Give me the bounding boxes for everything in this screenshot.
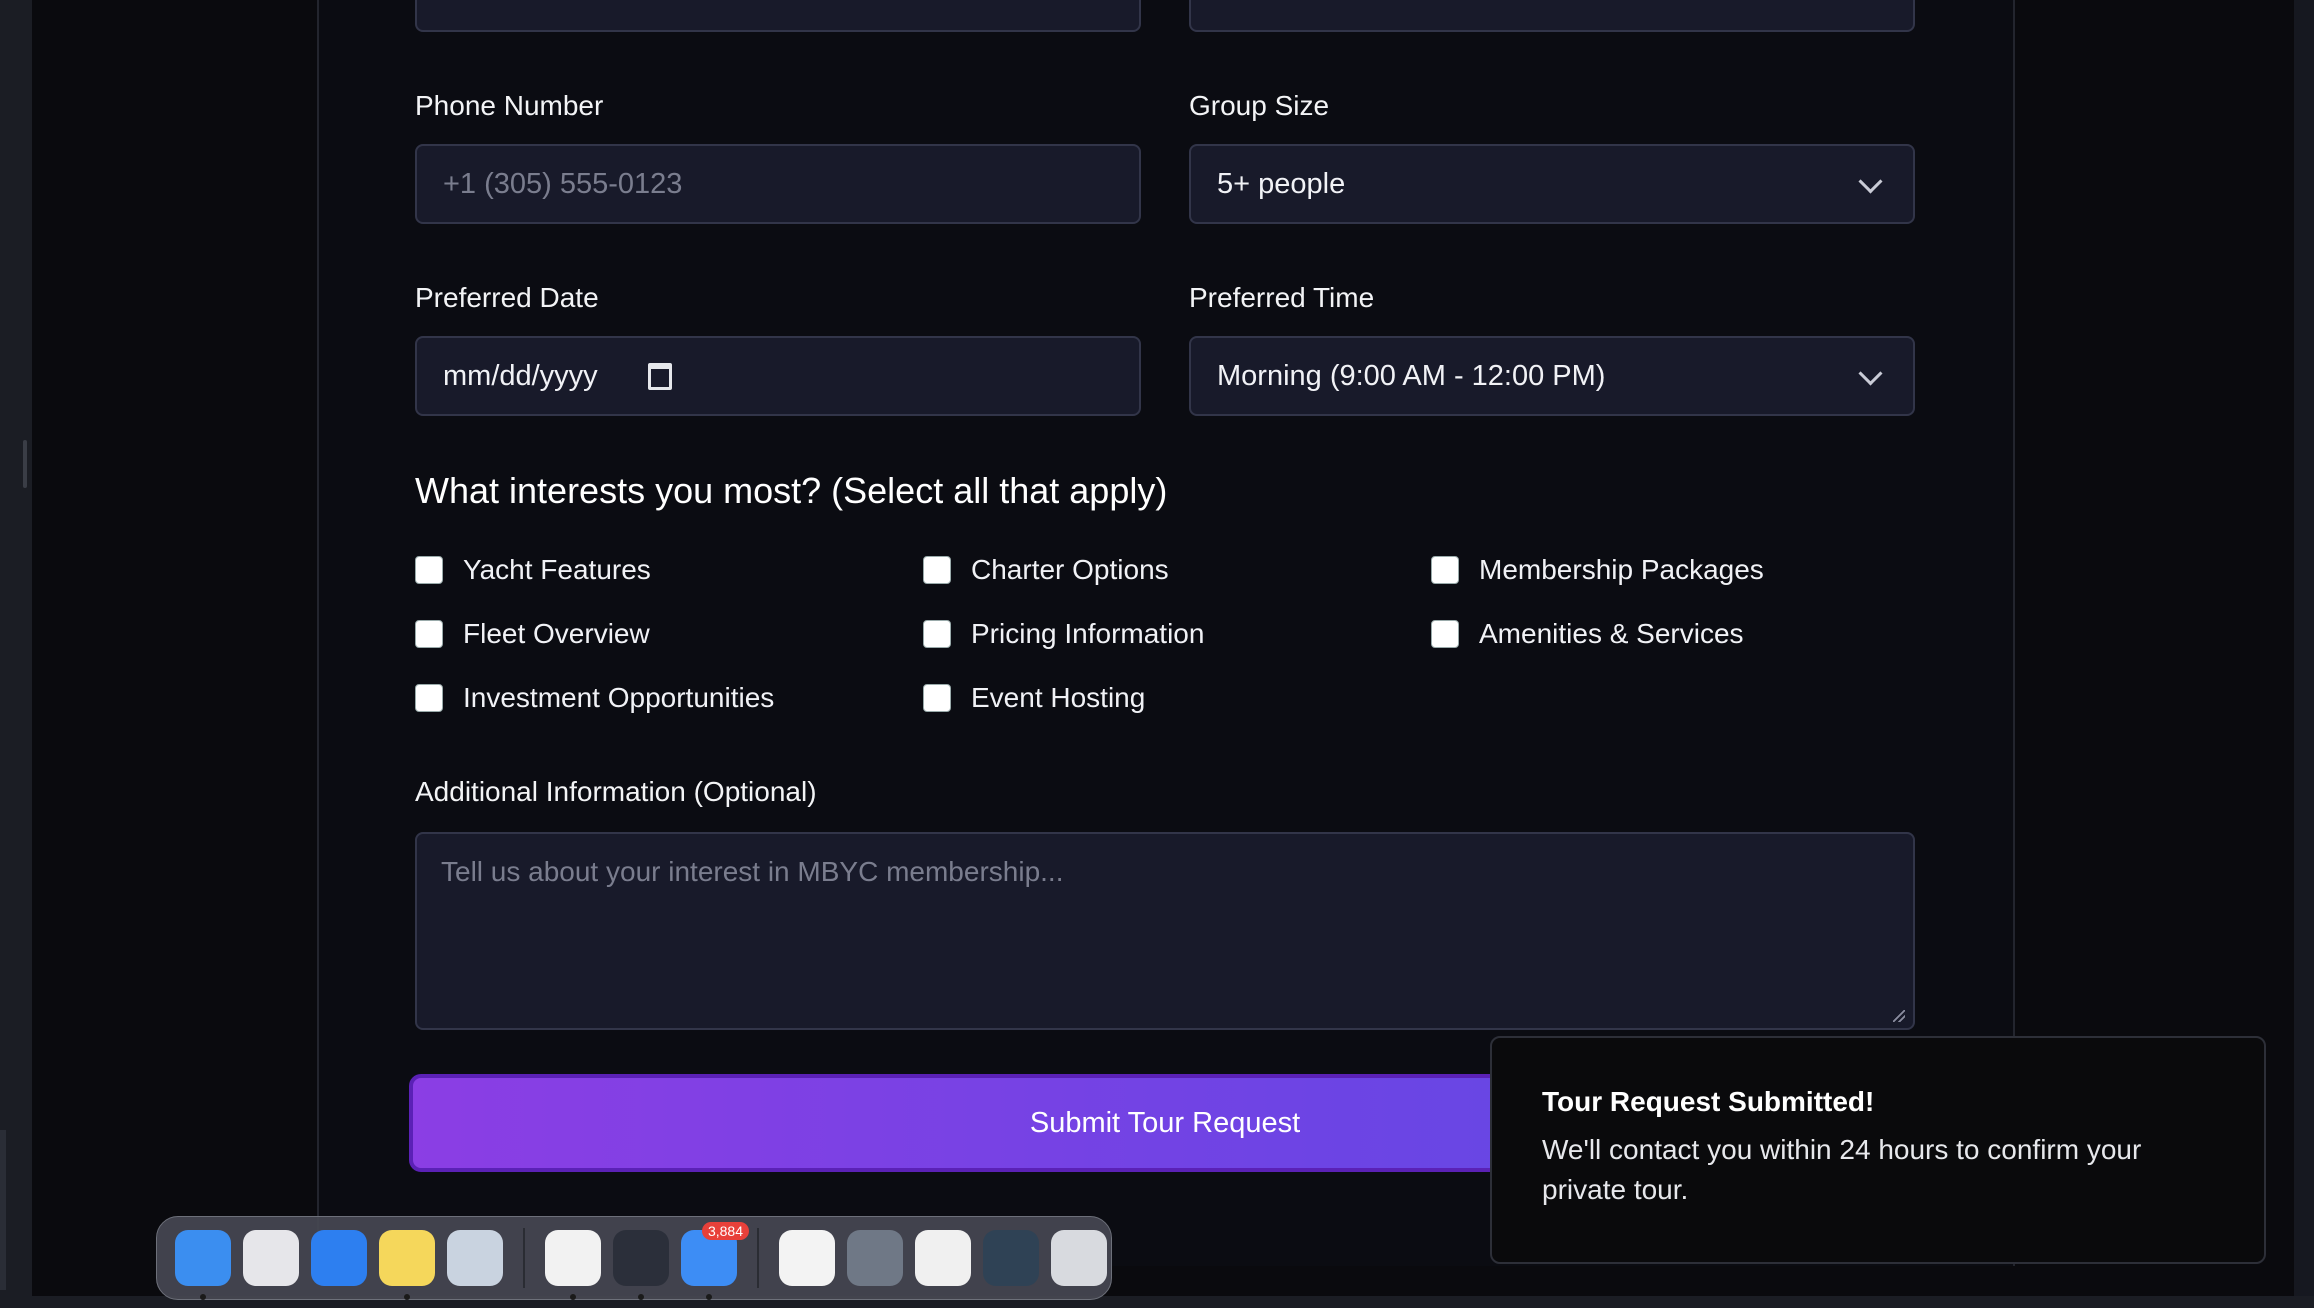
resize-handle[interactable] — [23, 440, 27, 488]
mail-icon[interactable]: 3,884 — [681, 1222, 749, 1300]
calendar-icon[interactable] — [647, 362, 672, 390]
time-label: Preferred Time — [1189, 282, 1375, 313]
email-input[interactable] — [1189, 0, 1915, 32]
document-icon[interactable] — [779, 1230, 835, 1286]
safari-icon[interactable] — [311, 1230, 367, 1286]
phone-input[interactable]: +1 (305) 555-0123 — [415, 144, 1141, 224]
group-size-label: Group Size — [1189, 90, 1330, 121]
running-indicator — [200, 1294, 206, 1300]
interest-checkbox[interactable]: Fleet Overview — [415, 618, 650, 650]
window-edge-left — [0, 0, 32, 1308]
toast-message: We'll contact you within 24 hours to con… — [1542, 1134, 2142, 1205]
dock-separator — [757, 1228, 759, 1288]
interest-checkbox[interactable]: Membership Packages — [1431, 554, 1764, 586]
resize-grip-icon[interactable] — [1893, 1010, 1905, 1022]
interest-checkbox[interactable]: Pricing Information — [923, 618, 1204, 650]
sidebar-edge — [0, 1130, 6, 1290]
toast-notification: Tour Request Submitted! We'll contact yo… — [1490, 1036, 2266, 1264]
launchpad-icon[interactable] — [243, 1230, 299, 1286]
chevron-down-icon — [1858, 169, 1883, 194]
finder-icon[interactable] — [175, 1230, 231, 1300]
interest-checkbox[interactable]: Charter Options — [923, 554, 1169, 586]
interest-checkbox[interactable]: Amenities & Services — [1431, 618, 1744, 650]
dock-separator — [523, 1228, 525, 1288]
chevron-down-icon — [1858, 361, 1883, 386]
checkbox-label: Membership Packages — [1479, 554, 1764, 585]
window-edge-right — [2294, 0, 2314, 1308]
checkbox-label: Event Hosting — [971, 682, 1146, 713]
additional-textarea[interactable]: Tell us about your interest in MBYC memb… — [415, 832, 1915, 1030]
running-indicator — [404, 1294, 410, 1300]
quicktime-icon[interactable] — [613, 1230, 669, 1300]
group-size-value: 5+ people — [1217, 167, 1346, 200]
checkbox[interactable] — [415, 556, 443, 584]
phone-placeholder: +1 (305) 555-0123 — [443, 167, 683, 200]
window-thumbnail-icon[interactable] — [983, 1230, 1039, 1286]
time-value: Morning (9:00 AM - 12:00 PM) — [1217, 359, 1606, 392]
name-input[interactable] — [415, 0, 1141, 32]
checkbox[interactable] — [923, 684, 951, 712]
additional-label: Additional Information (Optional) — [415, 776, 817, 807]
chrome-icon[interactable] — [545, 1230, 601, 1300]
notes-icon[interactable] — [379, 1230, 435, 1300]
checkbox[interactable] — [1431, 620, 1459, 648]
date-label: Preferred Date — [415, 282, 599, 313]
checkbox[interactable] — [1431, 556, 1459, 584]
interest-checkbox[interactable]: Event Hosting — [923, 682, 1145, 714]
checkbox[interactable] — [923, 556, 951, 584]
interest-checkbox[interactable]: Yacht Features — [415, 554, 651, 586]
mail-badge: 3,884 — [701, 1222, 749, 1240]
time-select[interactable]: Morning (9:00 AM - 12:00 PM) — [1189, 336, 1915, 416]
interests-title: What interests you most? (Select all tha… — [415, 470, 1168, 511]
trash-icon[interactable] — [1051, 1230, 1107, 1286]
checkbox[interactable] — [415, 620, 443, 648]
interest-checkbox[interactable]: Investment Opportunities — [415, 682, 774, 714]
textarea-placeholder: Tell us about your interest in MBYC memb… — [441, 856, 1064, 887]
date-input[interactable]: mm/dd/yyyy — [415, 336, 1141, 416]
preview-icon[interactable] — [447, 1230, 503, 1286]
running-indicator — [570, 1294, 576, 1300]
window-thumbnail-icon[interactable] — [847, 1230, 903, 1286]
dock: 3,884 — [156, 1216, 1112, 1300]
checkbox[interactable] — [923, 620, 951, 648]
phone-label: Phone Number — [415, 90, 604, 121]
checkbox-label: Yacht Features — [463, 554, 651, 585]
checkbox-label: Investment Opportunities — [463, 682, 775, 713]
checkbox-label: Pricing Information — [971, 618, 1205, 649]
checkbox-label: Charter Options — [971, 554, 1169, 585]
running-indicator — [706, 1294, 712, 1300]
checkbox-label: Amenities & Services — [1479, 618, 1744, 649]
toast-title: Tour Request Submitted! — [1542, 1086, 1875, 1117]
running-indicator — [638, 1294, 644, 1300]
window-thumbnail-icon[interactable] — [915, 1230, 971, 1286]
date-value: mm/dd/yyyy — [443, 359, 598, 392]
checkbox[interactable] — [415, 684, 443, 712]
group-size-select[interactable]: 5+ people — [1189, 144, 1915, 224]
checkbox-label: Fleet Overview — [463, 618, 650, 649]
